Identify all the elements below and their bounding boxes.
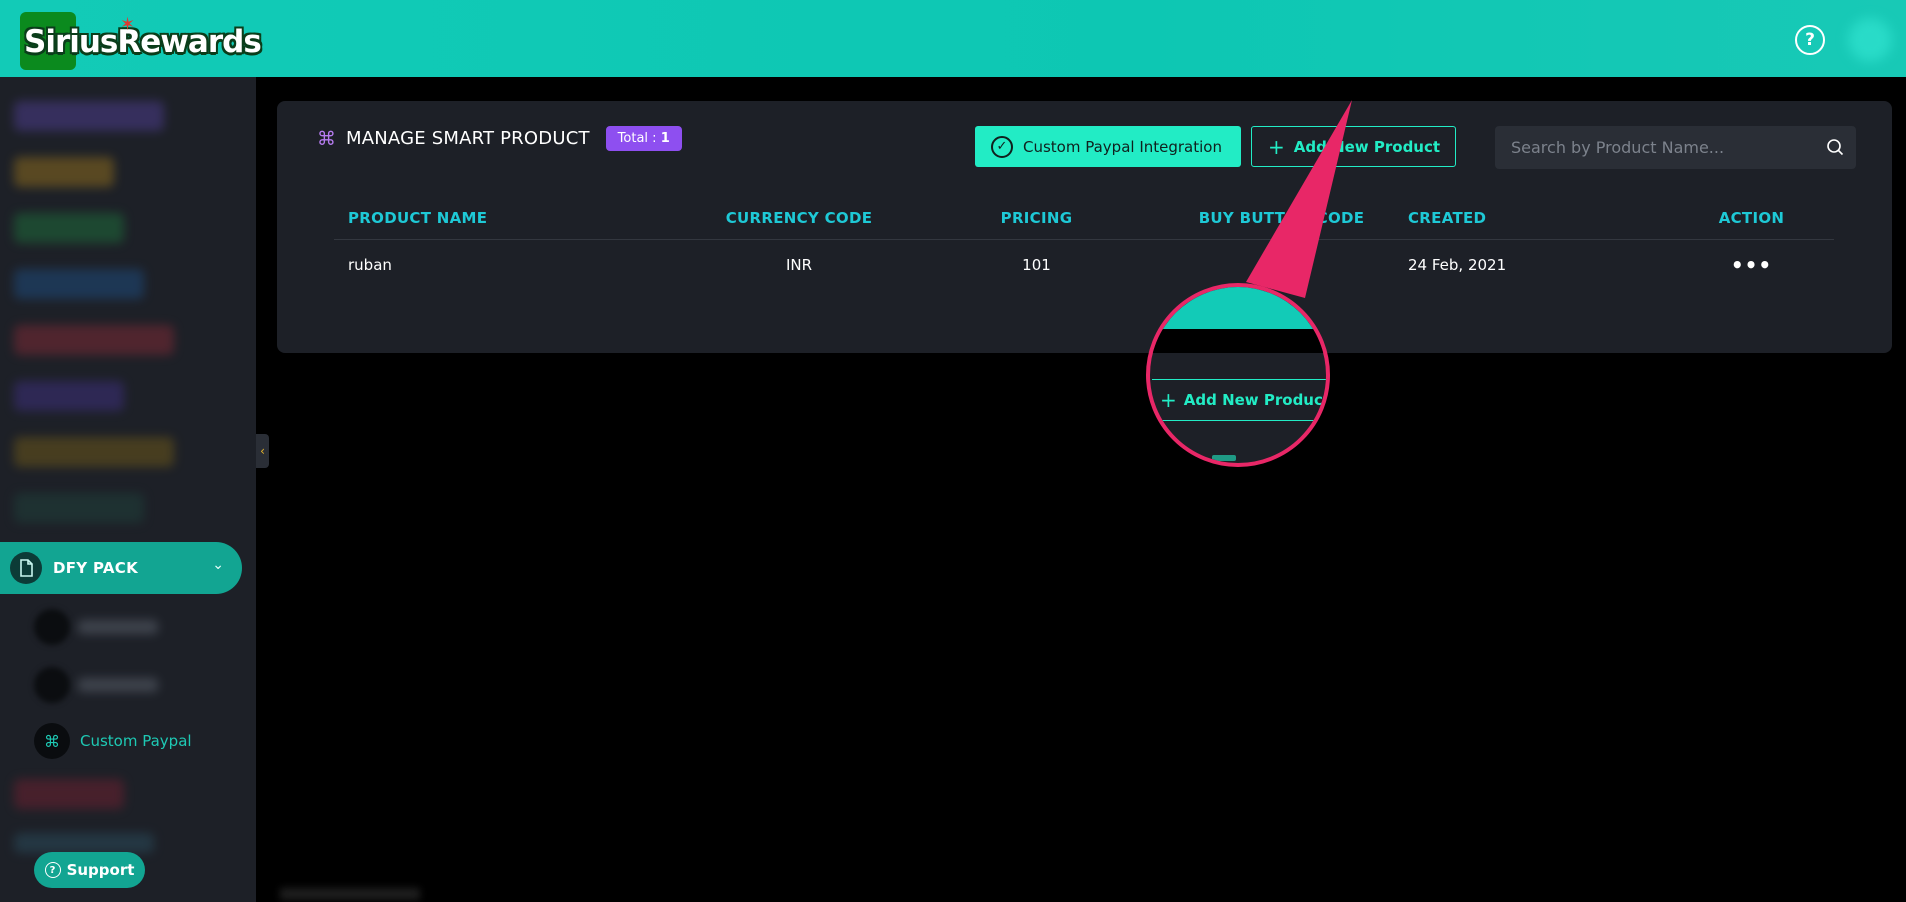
zoom-header-strip xyxy=(1150,287,1326,329)
zoom-label: Add New Product xyxy=(1183,391,1330,409)
zoom-fragment xyxy=(1212,455,1236,461)
zoom-black-strip xyxy=(1150,329,1326,353)
zoom-add-new-product-button: + Add New Product xyxy=(1152,379,1330,421)
plus-icon: + xyxy=(1160,388,1177,412)
zoom-callout: + Add New Product xyxy=(1146,283,1330,467)
callout-pointer xyxy=(1246,100,1352,298)
footer-blurred xyxy=(280,888,420,900)
